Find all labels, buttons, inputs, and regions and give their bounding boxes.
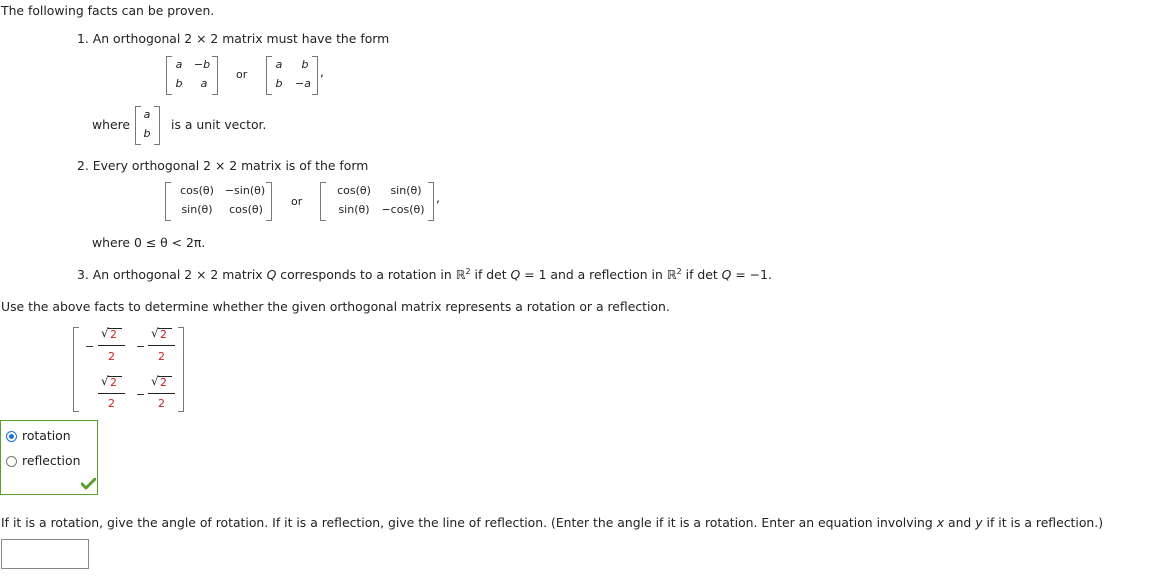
matrix-cell: −a — [295, 77, 311, 90]
matrix-cell: a — [200, 77, 208, 90]
radicand: 2 — [110, 376, 117, 389]
matrix-cell: b — [275, 77, 283, 90]
bracket-left — [73, 327, 79, 412]
q-symbol: Q — [510, 267, 521, 283]
question-part: and — [944, 515, 976, 530]
where-text: where — [92, 117, 131, 132]
denominator: 2 — [158, 350, 165, 363]
denominator: 2 — [108, 350, 115, 363]
answer-options-box: rotation reflection — [0, 420, 98, 495]
matrix-cell: a — [175, 58, 183, 71]
question-part: if it is a reflection.) — [982, 515, 1104, 530]
option-label[interactable]: rotation — [22, 428, 71, 443]
question-part: If it is a rotation, give the angle of r… — [1, 515, 937, 530]
radio-reflection[interactable] — [6, 456, 17, 467]
x-variable: x — [936, 515, 945, 530]
fraction-bar — [148, 345, 175, 346]
intro-text: The following facts can be proven. — [1, 3, 215, 18]
theta-range-text: where 0 ≤ θ < 2π. — [92, 235, 206, 250]
bracket-left — [320, 182, 326, 221]
fact-3-part: = −1. — [731, 267, 772, 283]
radicand: 2 — [110, 328, 117, 341]
question-2-text: If it is a rotation, give the angle of r… — [1, 515, 1103, 530]
denominator: 2 — [158, 397, 165, 410]
fact-3-part: 3. An orthogonal 2 × 2 matrix — [77, 267, 267, 283]
radicand: 2 — [160, 328, 167, 341]
radicand: 2 — [160, 376, 167, 389]
comma: , — [436, 190, 440, 205]
fraction-bar — [98, 393, 125, 394]
or-text: or — [236, 68, 248, 81]
matrix-cell: a — [275, 58, 283, 71]
option-label[interactable]: reflection — [22, 453, 80, 468]
or-text: or — [291, 195, 303, 208]
matrix-cell: sin(θ) — [181, 203, 213, 216]
bracket-right — [178, 327, 184, 412]
vector-cell: b — [143, 127, 151, 140]
answer-input[interactable] — [1, 539, 89, 569]
y-variable: y — [975, 515, 983, 530]
bracket-right — [154, 106, 160, 145]
q-symbol: Q — [721, 267, 732, 283]
matrix-cell: −sin(θ) — [224, 184, 266, 197]
fact-2-label: 2. Every orthogonal 2 × 2 matrix is of t… — [77, 158, 369, 173]
denominator: 2 — [108, 397, 115, 410]
matrix-cell: cos(θ) — [229, 203, 263, 216]
matrix-cell: cos(θ) — [337, 184, 371, 197]
matrix-cell: cos(θ) — [180, 184, 214, 197]
instruction-text: Use the above facts to determine whether… — [1, 299, 670, 314]
fact-3-part: if det — [470, 267, 511, 283]
fact-1-label: 1. An orthogonal 2 × 2 matrix must have … — [77, 31, 390, 46]
minus-sign: − — [136, 340, 146, 353]
bracket-right — [312, 56, 318, 95]
matrix-cell: −b — [193, 58, 211, 71]
fact-3-part: if det — [681, 267, 722, 283]
minus-sign: − — [85, 340, 95, 353]
radio-rotation[interactable] — [6, 431, 17, 442]
q-symbol: Q — [266, 267, 277, 283]
checkmark-icon — [81, 478, 96, 490]
fraction-bar — [98, 345, 125, 346]
minus-sign: − — [136, 388, 146, 401]
bracket-right — [212, 56, 218, 95]
fact-3-part: corresponds to a rotation in ℝ — [276, 267, 466, 283]
matrix-cell: sin(θ) — [338, 203, 370, 216]
matrix-cell: −cos(θ) — [381, 203, 425, 216]
fraction-bar — [148, 393, 175, 394]
bracket-right — [266, 182, 272, 221]
fact-3-text: 3. An orthogonal 2 × 2 matrix Q correspo… — [77, 267, 772, 282]
matrix-cell: b — [175, 77, 183, 90]
fact-3-part: = 1 and a reflection in ℝ — [520, 267, 677, 283]
bracket-right — [428, 182, 434, 221]
vector-cell: a — [143, 108, 151, 121]
comma: , — [320, 64, 324, 79]
unit-vector-text: is a unit vector. — [171, 117, 267, 132]
matrix-cell: sin(θ) — [390, 184, 422, 197]
